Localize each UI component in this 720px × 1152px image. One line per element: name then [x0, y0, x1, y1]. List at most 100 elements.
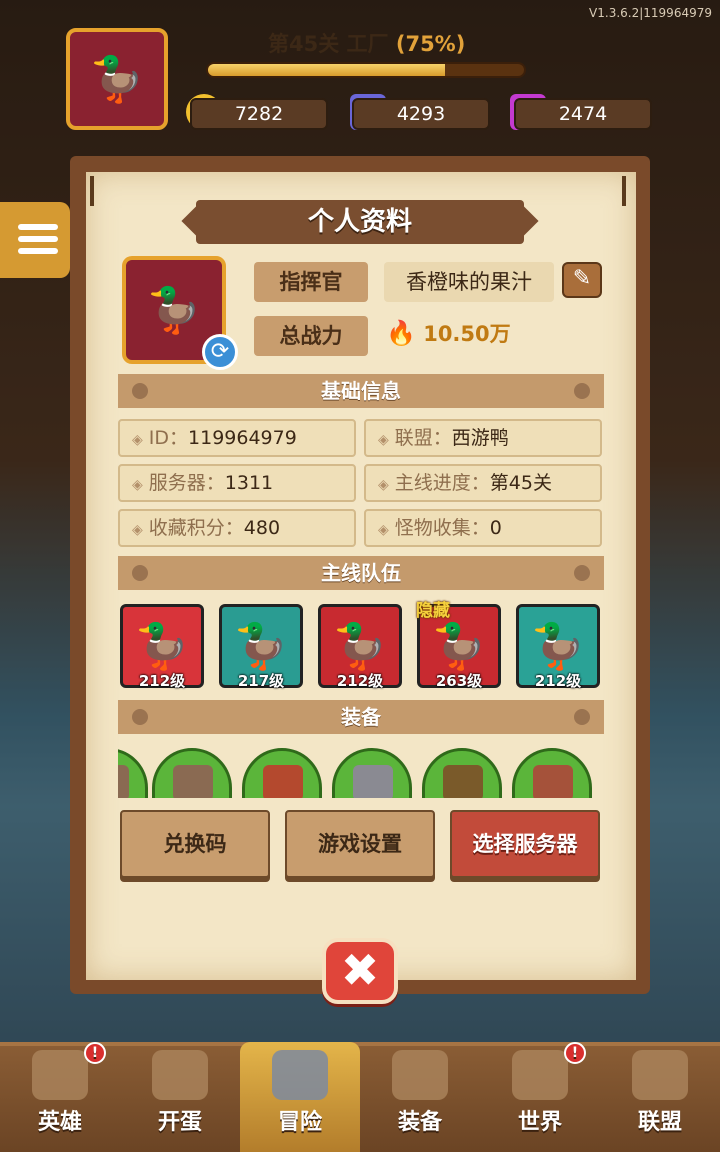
- basic-info-title: 基础信息: [321, 379, 401, 403]
- player-avatar[interactable]: 🦆: [66, 28, 168, 130]
- duck-avatar-icon: 🦆: [89, 54, 145, 105]
- alliance-shield-icon: [632, 1050, 688, 1100]
- hero-portrait-icon: 🦆: [431, 621, 487, 672]
- info-value: 西游鸭: [451, 427, 509, 449]
- bottom-nav: 英雄 ! 开蛋 冒险 装备 世界 ! 联盟: [0, 1042, 720, 1152]
- power-number: 10.50万: [423, 322, 511, 346]
- info-alliance: ◈ 联盟：西游鸭: [364, 419, 602, 457]
- equipment-slot[interactable]: [152, 748, 232, 798]
- equipment-slot[interactable]: [118, 748, 148, 798]
- level-percent: (75%): [395, 32, 466, 56]
- shield-icon: [263, 765, 303, 798]
- change-avatar-icon[interactable]: ⟳: [202, 334, 238, 370]
- hero-portrait-icon: 🦆: [233, 621, 289, 672]
- diamond-bullet-icon: ◈: [132, 432, 143, 448]
- game-settings-button[interactable]: 游戏设置: [285, 810, 435, 878]
- info-id: ◈ ID：119964979: [118, 419, 356, 457]
- equipment-slot[interactable]: [242, 748, 322, 798]
- level-name: 第45关 工厂: [268, 32, 389, 56]
- edit-name-button[interactable]: ✎: [562, 262, 602, 298]
- hero-portrait-icon: 🦆: [134, 621, 190, 672]
- team-header: 主线队伍: [118, 556, 604, 590]
- blue-gem-counter: 4293: [352, 98, 490, 130]
- info-key: 怪物收集：: [394, 517, 490, 539]
- info-value: 119964979: [188, 427, 297, 449]
- gold-counter: 7282: [190, 98, 328, 130]
- select-server-button[interactable]: 选择服务器: [450, 810, 600, 878]
- notification-badge: !: [84, 1042, 106, 1064]
- commander-label: 指挥官: [254, 262, 368, 302]
- version-label: V1.3.6.2|119964979: [589, 6, 712, 20]
- equipment-row: [118, 742, 604, 798]
- ornament-icon: [574, 709, 590, 725]
- equipment-slot[interactable]: [332, 748, 412, 798]
- nav-open-egg[interactable]: 开蛋: [120, 1046, 240, 1152]
- hero-level: 212级: [534, 672, 582, 690]
- nav-label: 世界: [517, 1110, 562, 1135]
- info-key: ID：: [148, 427, 189, 449]
- notification-badge: !: [564, 1042, 586, 1064]
- equipment-header: 装备: [118, 700, 604, 734]
- nav-label: 冒险: [277, 1110, 322, 1135]
- nav-alliance[interactable]: 联盟: [600, 1046, 720, 1152]
- info-collection-points: ◈ 收藏积分：480: [118, 509, 356, 547]
- info-key: 主线进度：: [394, 472, 490, 494]
- nav-label: 开蛋: [157, 1110, 202, 1135]
- hero-level: 212级: [138, 672, 186, 690]
- boots-icon: [533, 765, 573, 798]
- diamond-bullet-icon: ◈: [378, 432, 389, 448]
- nav-heroes[interactable]: 英雄 !: [0, 1042, 120, 1152]
- equipment-item-icon: [118, 765, 129, 798]
- nav-adventure[interactable]: 冒险: [240, 1042, 360, 1152]
- map-icon: [512, 1050, 568, 1100]
- ornament-icon: [132, 565, 148, 581]
- nav-label: 装备: [397, 1110, 442, 1135]
- fire-icon: 🔥: [386, 319, 416, 347]
- hero-card[interactable]: 🦆 212级: [318, 604, 402, 690]
- hero-card[interactable]: 🦆 212级: [516, 604, 600, 690]
- crossed-swords-icon: [272, 1050, 328, 1100]
- hero-portrait-icon: 🦆: [332, 621, 388, 672]
- pencil-icon: ✎: [572, 266, 592, 291]
- belt-icon: [443, 765, 483, 798]
- anvil-icon: [392, 1050, 448, 1100]
- ornament-icon: [132, 709, 148, 725]
- equipment-slot[interactable]: [422, 748, 502, 798]
- power-value: 🔥 10.50万: [386, 318, 511, 348]
- info-monster-collection: ◈ 怪物收集：0: [364, 509, 602, 547]
- hero-portrait-icon: 🦆: [530, 621, 586, 672]
- diamond-bullet-icon: ◈: [378, 477, 389, 493]
- nav-equipment[interactable]: 装备: [360, 1046, 480, 1152]
- ornament-icon: [132, 383, 148, 399]
- level-progress-fill: [208, 64, 445, 76]
- diamond-bullet-icon: ◈: [378, 522, 389, 538]
- info-value: 0: [489, 517, 502, 539]
- nav-label: 联盟: [637, 1110, 682, 1135]
- hero-level: 263级: [435, 672, 483, 690]
- level-progress-bar: [206, 62, 526, 78]
- hero-icon: [32, 1050, 88, 1100]
- purple-gem-counter: 2474: [514, 98, 652, 130]
- info-main-progress: ◈ 主线进度：第45关: [364, 464, 602, 502]
- armor-icon: [173, 765, 213, 798]
- hero-level: 212级: [336, 672, 384, 690]
- info-key: 服务器：: [148, 472, 225, 494]
- duck-avatar-icon: 🦆: [146, 285, 202, 336]
- info-key: 联盟：: [394, 427, 452, 449]
- info-value: 1311: [224, 472, 274, 494]
- close-icon[interactable]: ✖: [322, 938, 398, 1004]
- rope-left-decoration: [90, 176, 94, 206]
- nav-world[interactable]: 世界 !: [480, 1042, 600, 1152]
- hero-level: 217级: [237, 672, 285, 690]
- info-value: 第45关: [489, 472, 552, 494]
- hero-card[interactable]: 🦆 212级: [120, 604, 204, 690]
- commander-name: 香橙味的果汁: [384, 262, 554, 302]
- helmet-icon: [353, 765, 393, 798]
- hero-card[interactable]: 🦆 217级: [219, 604, 303, 690]
- equipment-slot[interactable]: [512, 748, 592, 798]
- redeem-code-button[interactable]: 兑换码: [120, 810, 270, 878]
- basic-info-header: 基础信息: [118, 374, 604, 408]
- info-server: ◈ 服务器：1311: [118, 464, 356, 502]
- info-value: 480: [243, 517, 281, 539]
- ornament-icon: [574, 383, 590, 399]
